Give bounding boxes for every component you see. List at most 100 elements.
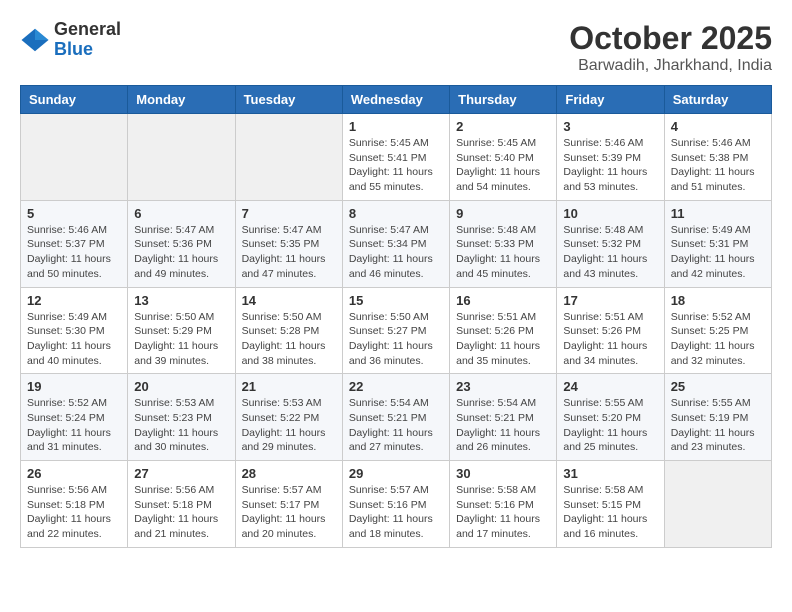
col-header-monday: Monday [128, 86, 235, 114]
day-number: 27 [134, 466, 228, 481]
calendar-cell: 27 Sunrise: 5:56 AM Sunset: 5:18 PM Dayli… [128, 461, 235, 548]
calendar-cell: 24Sunrise: 5:55 AM Sunset: 5:20 PM Dayli… [557, 374, 664, 461]
day-number: 14 [242, 293, 336, 308]
day-number: 11 [671, 206, 765, 221]
day-number: 10 [563, 206, 657, 221]
calendar-cell: 12 Sunrise: 5:49 AM Sunset: 5:30 PM Dayli… [21, 287, 128, 374]
calendar-cell: 7 Sunrise: 5:47 AM Sunset: 5:35 PM Daylig… [235, 200, 342, 287]
day-number: 8 [349, 206, 443, 221]
day-number: 25 [671, 379, 765, 394]
day-info: Sunrise: 5:46 AM Sunset: 5:37 PM Dayligh… [27, 223, 121, 282]
logo-text: General Blue [54, 20, 121, 60]
day-info: Sunrise: 5:49 AM Sunset: 5:31 PM Dayligh… [671, 223, 765, 282]
calendar-cell [21, 114, 128, 201]
calendar-cell: 21 Sunrise: 5:53 AM Sunset: 5:22 PM Dayli… [235, 374, 342, 461]
calendar-cell [128, 114, 235, 201]
day-number: 31 [563, 466, 657, 481]
col-header-tuesday: Tuesday [235, 86, 342, 114]
calendar-cell: 10 Sunrise: 5:48 AM Sunset: 5:32 PM Dayli… [557, 200, 664, 287]
calendar-cell [235, 114, 342, 201]
day-number: 16 [456, 293, 550, 308]
calendar-cell: 26 Sunrise: 5:56 AM Sunset: 5:18 PM Dayli… [21, 461, 128, 548]
day-number: 5 [27, 206, 121, 221]
day-number: 2 [456, 119, 550, 134]
calendar-cell: 15 Sunrise: 5:50 AM Sunset: 5:27 PM Dayli… [342, 287, 449, 374]
day-number: 17 [563, 293, 657, 308]
day-info: Sunrise: 5:47 AM Sunset: 5:36 PM Dayligh… [134, 223, 228, 282]
day-number: 12 [27, 293, 121, 308]
calendar-cell: 6 Sunrise: 5:47 AM Sunset: 5:36 PM Daylig… [128, 200, 235, 287]
day-info: Sunrise: 5:45 AM Sunset: 5:41 PM Dayligh… [349, 136, 443, 195]
location: Barwadih, Jharkhand, India [569, 57, 772, 75]
day-number: 21 [242, 379, 336, 394]
day-info: Sunrise: 5:47 AM Sunset: 5:35 PM Dayligh… [242, 223, 336, 282]
day-info: Sunrise: 5:54 AM Sunset: 5:21 PM Dayligh… [349, 396, 443, 455]
day-info: Sunrise: 5:56 AM Sunset: 5:18 PM Dayligh… [134, 483, 228, 542]
calendar-week-3: 12 Sunrise: 5:49 AM Sunset: 5:30 PM Dayli… [21, 287, 772, 374]
calendar-cell: 31 Sunrise: 5:58 AM Sunset: 5:15 PM Dayli… [557, 461, 664, 548]
calendar-cell: 11 Sunrise: 5:49 AM Sunset: 5:31 PM Dayli… [664, 200, 771, 287]
logo: General Blue [20, 20, 121, 60]
title-block: October 2025 Barwadih, Jharkhand, India [569, 20, 772, 75]
day-number: 7 [242, 206, 336, 221]
day-number: 19 [27, 379, 121, 394]
logo-blue: Blue [54, 40, 121, 60]
day-number: 4 [671, 119, 765, 134]
page-header: General Blue October 2025 Barwadih, Jhar… [20, 20, 772, 75]
calendar-header-row: SundayMondayTuesdayWednesdayThursdayFrid… [21, 86, 772, 114]
day-number: 23 [456, 379, 550, 394]
calendar-cell [664, 461, 771, 548]
day-number: 9 [456, 206, 550, 221]
col-header-wednesday: Wednesday [342, 86, 449, 114]
day-info: Sunrise: 5:53 AM Sunset: 5:22 PM Dayligh… [242, 396, 336, 455]
calendar-week-1: 1 Sunrise: 5:45 AM Sunset: 5:41 PM Daylig… [21, 114, 772, 201]
day-info: Sunrise: 5:51 AM Sunset: 5:26 PM Dayligh… [456, 310, 550, 369]
day-info: Sunrise: 5:57 AM Sunset: 5:17 PM Dayligh… [242, 483, 336, 542]
day-number: 3 [563, 119, 657, 134]
calendar-week-5: 26 Sunrise: 5:56 AM Sunset: 5:18 PM Dayli… [21, 461, 772, 548]
month-title: October 2025 [569, 20, 772, 57]
day-number: 13 [134, 293, 228, 308]
day-info: Sunrise: 5:49 AM Sunset: 5:30 PM Dayligh… [27, 310, 121, 369]
day-number: 1 [349, 119, 443, 134]
calendar-table: SundayMondayTuesdayWednesdayThursdayFrid… [20, 85, 772, 548]
day-number: 24 [563, 379, 657, 394]
day-number: 20 [134, 379, 228, 394]
calendar-cell: 16 Sunrise: 5:51 AM Sunset: 5:26 PM Dayli… [450, 287, 557, 374]
calendar-cell: 2 Sunrise: 5:45 AM Sunset: 5:40 PM Daylig… [450, 114, 557, 201]
calendar-cell: 4 Sunrise: 5:46 AM Sunset: 5:38 PM Daylig… [664, 114, 771, 201]
col-header-sunday: Sunday [21, 86, 128, 114]
day-info: Sunrise: 5:56 AM Sunset: 5:18 PM Dayligh… [27, 483, 121, 542]
day-number: 18 [671, 293, 765, 308]
day-info: Sunrise: 5:46 AM Sunset: 5:39 PM Dayligh… [563, 136, 657, 195]
day-info: Sunrise: 5:52 AM Sunset: 5:25 PM Dayligh… [671, 310, 765, 369]
day-info: Sunrise: 5:50 AM Sunset: 5:27 PM Dayligh… [349, 310, 443, 369]
calendar-cell: 8Sunrise: 5:47 AM Sunset: 5:34 PM Daylig… [342, 200, 449, 287]
day-info: Sunrise: 5:58 AM Sunset: 5:15 PM Dayligh… [563, 483, 657, 542]
day-number: 28 [242, 466, 336, 481]
day-info: Sunrise: 5:48 AM Sunset: 5:33 PM Dayligh… [456, 223, 550, 282]
logo-icon [20, 25, 50, 55]
calendar-cell: 29Sunrise: 5:57 AM Sunset: 5:16 PM Dayli… [342, 461, 449, 548]
calendar-cell: 1 Sunrise: 5:45 AM Sunset: 5:41 PM Daylig… [342, 114, 449, 201]
calendar-cell: 20 Sunrise: 5:53 AM Sunset: 5:23 PM Dayli… [128, 374, 235, 461]
col-header-thursday: Thursday [450, 86, 557, 114]
day-info: Sunrise: 5:48 AM Sunset: 5:32 PM Dayligh… [563, 223, 657, 282]
day-info: Sunrise: 5:45 AM Sunset: 5:40 PM Dayligh… [456, 136, 550, 195]
logo-general: General [54, 20, 121, 40]
day-number: 15 [349, 293, 443, 308]
calendar-cell: 23Sunrise: 5:54 AM Sunset: 5:21 PM Dayli… [450, 374, 557, 461]
day-number: 26 [27, 466, 121, 481]
calendar-cell: 14Sunrise: 5:50 AM Sunset: 5:28 PM Dayli… [235, 287, 342, 374]
day-info: Sunrise: 5:58 AM Sunset: 5:16 PM Dayligh… [456, 483, 550, 542]
calendar-cell: 3 Sunrise: 5:46 AM Sunset: 5:39 PM Daylig… [557, 114, 664, 201]
day-number: 6 [134, 206, 228, 221]
day-info: Sunrise: 5:53 AM Sunset: 5:23 PM Dayligh… [134, 396, 228, 455]
calendar-cell: 18 Sunrise: 5:52 AM Sunset: 5:25 PM Dayli… [664, 287, 771, 374]
day-info: Sunrise: 5:51 AM Sunset: 5:26 PM Dayligh… [563, 310, 657, 369]
calendar-cell: 30Sunrise: 5:58 AM Sunset: 5:16 PM Dayli… [450, 461, 557, 548]
day-info: Sunrise: 5:57 AM Sunset: 5:16 PM Dayligh… [349, 483, 443, 542]
day-info: Sunrise: 5:46 AM Sunset: 5:38 PM Dayligh… [671, 136, 765, 195]
day-info: Sunrise: 5:55 AM Sunset: 5:19 PM Dayligh… [671, 396, 765, 455]
calendar-cell: 5 Sunrise: 5:46 AM Sunset: 5:37 PM Daylig… [21, 200, 128, 287]
